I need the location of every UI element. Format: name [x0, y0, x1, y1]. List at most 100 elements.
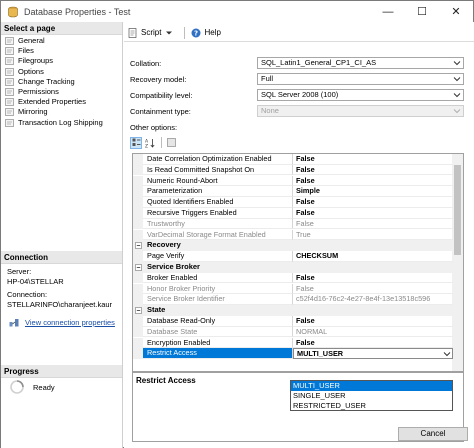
chevron-down-icon[interactable]: [165, 30, 173, 36]
containment-label: Containment type:: [130, 106, 191, 116]
property-pages-button[interactable]: [165, 137, 177, 149]
grid-row-value-cell[interactable]: False: [293, 176, 453, 187]
grid-row[interactable]: Service Broker Identifier c52f4d16-76c2-4…: [133, 294, 453, 305]
categorized-view-button[interactable]: [130, 136, 142, 149]
grid-row-value-cell[interactable]: False: [293, 165, 453, 176]
help-icon: ?: [191, 28, 201, 37]
close-button[interactable]: ✕: [439, 1, 473, 22]
grid-row-gutter: [133, 154, 143, 165]
grid-row[interactable]: Honor Broker Priority False: [133, 283, 453, 295]
grid-row[interactable]: Page Verify CHECKSUM: [133, 251, 453, 262]
grid-category-service-broker[interactable]: Service Broker: [133, 262, 453, 273]
grid-row[interactable]: Broker Enabled False: [133, 272, 453, 284]
grid-row-value: False: [296, 218, 314, 228]
grid-row-value: False: [296, 197, 315, 207]
page-item-label: Extended Properties: [18, 97, 86, 107]
page-item-extended-properties[interactable]: Extended Properties: [1, 97, 122, 107]
grid-row-gutter: [133, 175, 143, 187]
grid-row-value: False: [296, 208, 315, 217]
left-pane: Select a page General Files Filegroups Opti…: [1, 22, 123, 448]
restrict-access-dropdown-list[interactable]: MULTI_USER SINGLE_USER RESTRICTED_USER: [290, 380, 453, 411]
script-button[interactable]: Script: [128, 27, 176, 38]
grid-row[interactable]: VarDecimal Storage Format Enabled True: [133, 229, 453, 241]
progress-header: Progress: [1, 365, 122, 378]
page-icon: [5, 78, 14, 86]
collapse-icon[interactable]: [133, 240, 143, 251]
recovery-model-select[interactable]: Full: [257, 73, 464, 85]
page-icon: [5, 47, 14, 56]
grid-row[interactable]: Database Read-Only False: [133, 316, 453, 327]
grid-row-value-cell[interactable]: True: [293, 230, 453, 241]
grid-row-value: False: [296, 154, 315, 163]
script-label: Script: [141, 28, 162, 37]
grid-scrollbar[interactable]: [452, 154, 463, 371]
grid-row[interactable]: Database State NORMAL: [133, 326, 453, 338]
collapse-icon[interactable]: [133, 305, 143, 316]
grid-row-value-cell[interactable]: CHECKSUM: [293, 251, 453, 262]
help-button[interactable]: ? Help: [191, 28, 221, 38]
dropdown-option[interactable]: MULTI_USER: [291, 381, 452, 391]
view-connection-properties[interactable]: View connection properties: [9, 318, 115, 327]
dropdown-option[interactable]: SINGLE_USER: [291, 391, 452, 401]
connection-properties-icon: [9, 319, 19, 327]
grid-row-name: Encryption Enabled: [143, 337, 293, 349]
grid-row-gutter: [133, 164, 143, 176]
page-item-mirroring[interactable]: Mirroring: [1, 107, 122, 117]
grid-row-value-cell[interactable]: False: [293, 208, 453, 219]
grid-row-value-cell[interactable]: c52f4d16-76c2-4e27-8e4f-13e13518c596: [293, 294, 453, 305]
grid-row-value-cell[interactable]: Simple: [293, 186, 453, 197]
page-item-permissions[interactable]: Permissions: [1, 87, 122, 97]
grid-row-value-cell[interactable]: False: [293, 338, 453, 349]
compatibility-select[interactable]: SQL Server 2008 (100): [257, 89, 464, 101]
page-item-label: Change Tracking: [18, 76, 75, 86]
chevron-down-icon[interactable]: [443, 350, 451, 358]
page-icon: [5, 57, 14, 66]
grid-row-value-cell[interactable]: False: [293, 273, 453, 284]
grid-category-state[interactable]: State: [133, 305, 453, 316]
progress-status: Ready: [9, 379, 55, 395]
dropdown-option[interactable]: RESTRICTED_USER: [291, 401, 452, 411]
grid-row-value: False: [296, 175, 315, 185]
grid-row[interactable]: Numeric Round-Abort False: [133, 175, 453, 187]
maximize-button[interactable]: ☐: [405, 1, 439, 22]
grid-row[interactable]: Quoted Identifiers Enabled False: [133, 197, 453, 208]
page-icon: [5, 37, 14, 45]
view-connection-link[interactable]: View connection properties: [25, 318, 115, 327]
grid-row-gutter: [133, 337, 143, 349]
page-item-transaction-log-shipping[interactable]: Transaction Log Shipping: [1, 118, 122, 128]
page-item-general[interactable]: General: [1, 36, 122, 46]
page-item-options[interactable]: Options: [1, 67, 122, 77]
grid-row-value-cell[interactable]: False: [293, 316, 453, 327]
page-item-change-tracking[interactable]: Change Tracking: [1, 77, 122, 87]
grid-category-recovery[interactable]: Recovery: [133, 240, 453, 251]
collapse-icon[interactable]: [133, 262, 143, 273]
grid-row-name: Parameterization: [143, 186, 293, 197]
grid-row-value-cell[interactable]: False: [293, 219, 453, 230]
grid-row[interactable]: Restrict Access MULTI_USER: [133, 348, 453, 359]
grid-category-label: Recovery: [147, 240, 181, 250]
grid-row[interactable]: Encryption Enabled False: [133, 337, 453, 349]
grid-row[interactable]: Trustworthy False: [133, 218, 453, 230]
containment-value: None: [261, 106, 279, 115]
spinner-icon: [10, 380, 24, 394]
grid-row-name: VarDecimal Storage Format Enabled: [143, 229, 293, 241]
cancel-button[interactable]: Cancel: [398, 427, 468, 441]
chevron-down-icon: [453, 109, 461, 114]
page-item-files[interactable]: Files: [1, 46, 122, 56]
grid-row-value-cell[interactable]: False: [293, 154, 453, 165]
alphabetical-view-button[interactable]: A Z: [144, 137, 156, 149]
grid-row-value-cell[interactable]: MULTI_USER: [293, 348, 453, 359]
property-grid-toolbar: A Z: [130, 136, 179, 149]
grid-row-value-cell[interactable]: NORMAL: [293, 327, 453, 338]
minimize-button[interactable]: —: [371, 1, 405, 22]
grid-row[interactable]: Recursive Triggers Enabled False: [133, 208, 453, 219]
grid-row[interactable]: Date Correlation Optimization Enabled Fal…: [133, 154, 453, 165]
scrollbar-thumb[interactable]: [454, 165, 461, 255]
page-item-filegroups[interactable]: Filegroups: [1, 56, 122, 66]
grid-row-value-cell[interactable]: False: [293, 284, 453, 295]
grid-row[interactable]: Is Read Committed Snapshot On False: [133, 164, 453, 176]
grid-row-value-cell[interactable]: False: [293, 197, 453, 208]
collation-select[interactable]: SQL_Latin1_General_CP1_CI_AS: [257, 57, 464, 69]
grid-row[interactable]: Parameterization Simple: [133, 186, 453, 197]
grid-row-name: Date Correlation Optimization Enabled: [143, 154, 293, 165]
